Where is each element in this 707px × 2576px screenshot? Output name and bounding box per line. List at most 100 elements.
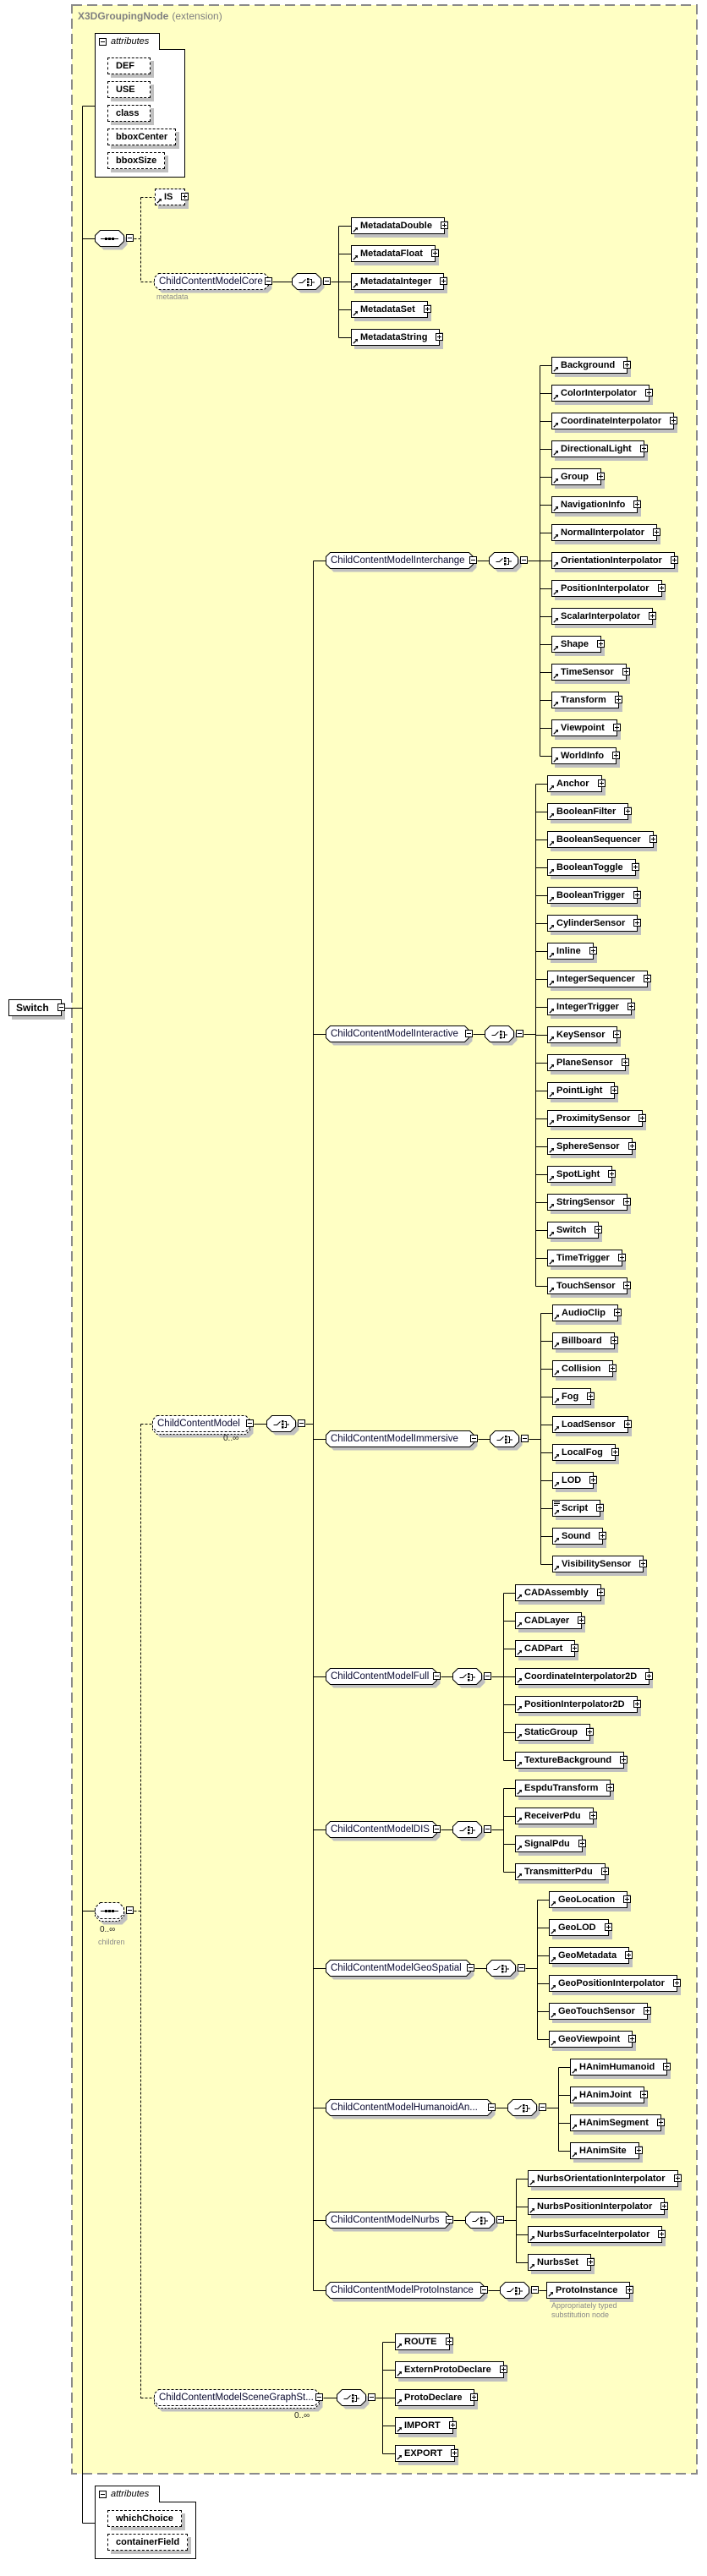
element-signal-pdu[interactable]: SignalPdu (515, 1835, 586, 1852)
expand-icon[interactable] (633, 1700, 641, 1708)
element-audio-clip[interactable]: AudioClip (552, 1304, 622, 1321)
element-is[interactable]: IS (155, 189, 189, 205)
group-child-content-model-humanoid-an[interactable]: ChildContentModelHumanoidAn... (326, 2099, 496, 2119)
sequence-compositor[interactable] (95, 230, 134, 250)
expand-icon[interactable] (589, 947, 597, 954)
expand-icon[interactable] (613, 1031, 622, 1038)
choice-compositor[interactable] (452, 1821, 491, 1841)
element-local-fog[interactable]: LocalFog (552, 1444, 619, 1461)
element-time-trigger[interactable]: TimeTrigger (547, 1250, 626, 1266)
element-collision[interactable]: Collision (552, 1360, 617, 1377)
expand-icon[interactable] (633, 500, 642, 508)
element-point-light[interactable]: PointLight (547, 1082, 619, 1099)
expand-icon[interactable] (656, 2119, 665, 2126)
group-child-content-model-dis[interactable]: ChildContentModelDIS (326, 1821, 441, 1841)
expand-icon[interactable] (614, 696, 622, 703)
expand-icon[interactable] (436, 333, 444, 341)
element-hanim-humanoid[interactable]: HAnimHumanoid (570, 2059, 671, 2076)
group-child-content-model-proto-instance[interactable]: ChildContentModelProtoInstance (326, 2282, 488, 2302)
choice-compositor[interactable] (490, 1430, 529, 1451)
element-import[interactable]: IMPORT (395, 2417, 457, 2434)
element-receiver-pdu[interactable]: ReceiverPdu (515, 1808, 597, 1824)
element-nurbs-position-interpolator[interactable]: NurbsPositionInterpolator (528, 2198, 669, 2215)
expand-icon[interactable] (470, 2393, 479, 2401)
element-visibility-sensor[interactable]: VisibilitySensor (552, 1556, 648, 1572)
element-normal-interpolator[interactable]: NormalInterpolator (551, 524, 661, 541)
expand-icon[interactable] (597, 473, 605, 480)
attribute-class[interactable]: class (107, 105, 151, 122)
element-metadata-integer[interactable]: MetadataInteger (351, 273, 448, 290)
group-child-content-model-interactive[interactable]: ChildContentModelInteractive (326, 1025, 473, 1046)
element-coordinate-interpolator[interactable]: CoordinateInterpolator (551, 413, 678, 429)
element-cadlayer[interactable]: CADLayer (515, 1612, 586, 1629)
choice-compositor[interactable] (465, 2212, 504, 2232)
expand-icon[interactable] (649, 612, 657, 620)
element-script[interactable]: Script (552, 1500, 605, 1517)
expand-icon[interactable] (612, 752, 621, 759)
element-hanim-joint[interactable]: HAnimJoint (570, 2087, 648, 2103)
element-proto-instance[interactable]: ProtoInstance (546, 2282, 634, 2299)
element-metadata-set[interactable]: MetadataSet (351, 301, 431, 318)
element-world-info[interactable]: WorldInfo (551, 747, 621, 764)
expand-icon[interactable] (670, 556, 678, 564)
element-geo-position-interpolator[interactable]: GeoPositionInterpolator (549, 1975, 681, 1992)
element-shape[interactable]: Shape (551, 636, 606, 653)
element-espdu-transform[interactable]: EspduTransform (515, 1780, 615, 1797)
collapse-icon[interactable] (470, 1435, 478, 1442)
expand-icon[interactable] (658, 2230, 666, 2238)
collapse-icon[interactable] (126, 234, 134, 242)
group-child-content-model[interactable]: ChildContentModel (152, 1415, 254, 1438)
expand-icon[interactable] (587, 1392, 595, 1400)
element-boolean-sequencer[interactable]: BooleanSequencer (547, 831, 657, 848)
collapse-icon[interactable] (315, 2393, 323, 2401)
element-position-interpolator[interactable]: PositionInterpolator (551, 580, 666, 597)
element-billboard[interactable]: Billboard (552, 1332, 618, 1349)
collapse-icon[interactable] (521, 1435, 529, 1442)
group-child-content-model-core[interactable]: ChildContentModelCore (154, 273, 272, 293)
expand-icon[interactable] (628, 1142, 636, 1150)
expand-icon[interactable] (639, 2091, 648, 2098)
attribute-container-field[interactable]: containerField (107, 2534, 189, 2551)
expand-icon[interactable] (623, 1198, 632, 1206)
expand-icon[interactable] (611, 1086, 619, 1094)
collapse-icon[interactable] (246, 1419, 254, 1427)
element-proximity-sensor[interactable]: ProximitySensor (547, 1110, 647, 1127)
element-time-sensor[interactable]: TimeSensor (551, 664, 630, 681)
expand-icon[interactable] (660, 2202, 669, 2210)
element-anchor[interactable]: Anchor (547, 775, 606, 792)
element-hanim-segment[interactable]: HAnimSegment (570, 2114, 665, 2131)
expand-icon[interactable] (612, 724, 621, 731)
group-child-content-model-nurbs[interactable]: ChildContentModelNurbs (326, 2212, 453, 2232)
element-route[interactable]: ROUTE (395, 2333, 453, 2350)
element-geo-location[interactable]: GeoLocation (549, 1891, 632, 1908)
element-load-sensor[interactable]: LoadSensor (552, 1416, 632, 1433)
collapse-icon[interactable] (484, 1825, 491, 1833)
element-integer-trigger[interactable]: IntegerTrigger (547, 998, 635, 1015)
choice-compositor[interactable] (507, 2099, 546, 2119)
attribute-bbox-size[interactable]: bboxSize (107, 152, 166, 169)
expand-icon[interactable] (657, 584, 666, 592)
element-fog[interactable]: Fog (552, 1388, 595, 1405)
collapse-icon[interactable] (539, 2103, 546, 2111)
expand-icon[interactable] (623, 1895, 632, 1903)
element-transmitter-pdu[interactable]: TransmitterPdu (515, 1863, 609, 1880)
element-switch[interactable]: Switch (547, 1222, 603, 1239)
element-static-group[interactable]: StaticGroup (515, 1724, 594, 1741)
element-nurbs-surface-interpolator[interactable]: NurbsSurfaceInterpolator (528, 2226, 666, 2243)
attribute-bbox-center[interactable]: bboxCenter (107, 129, 177, 145)
element-orientation-interpolator[interactable]: OrientationInterpolator (551, 552, 678, 569)
expand-icon[interactable] (578, 1616, 586, 1624)
expand-icon[interactable] (451, 2449, 459, 2457)
expand-icon[interactable] (631, 863, 639, 871)
collapse-icon[interactable] (496, 2216, 504, 2223)
collapse-icon[interactable] (484, 1672, 491, 1680)
expand-icon[interactable] (595, 1226, 603, 1233)
element-directional-light[interactable]: DirectionalLight (551, 440, 648, 457)
expand-icon[interactable] (634, 2147, 643, 2154)
expand-icon[interactable] (644, 389, 653, 397)
expand-icon[interactable] (596, 1589, 605, 1596)
element-nurbs-orientation-interpolator[interactable]: NurbsOrientationInterpolator (528, 2170, 682, 2187)
expand-icon[interactable] (571, 1644, 579, 1652)
expand-icon[interactable] (589, 1812, 597, 1819)
element-boolean-trigger[interactable]: BooleanTrigger (547, 887, 641, 904)
